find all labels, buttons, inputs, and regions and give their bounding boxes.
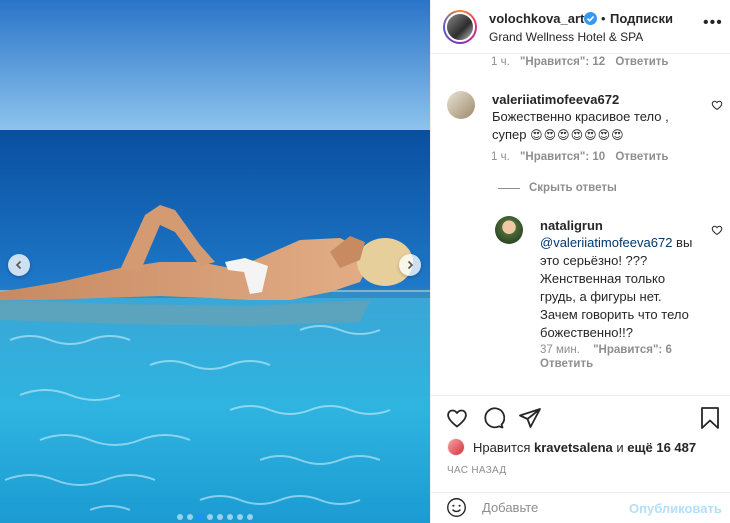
comment-body: valeriiatimofeeva672 Божественно красиво… <box>492 92 702 144</box>
location-link[interactable]: Grand Wellness Hotel & SPA <box>489 30 643 44</box>
comment-text: супер <box>492 127 527 142</box>
carousel-dot <box>237 514 243 520</box>
commenter-avatar[interactable] <box>447 91 475 119</box>
comment-likes[interactable]: "Нравится": 10 <box>520 151 605 163</box>
carousel-dot <box>187 514 193 520</box>
carousel-dot <box>207 514 213 520</box>
chevron-left-icon <box>15 260 22 270</box>
emoji-text: 😍😍😍😍😍😍😍 <box>530 128 625 142</box>
reply-meta: 37 мин. "Нравится": 6 Ответить <box>540 343 672 371</box>
like-heart-icon[interactable] <box>445 406 469 430</box>
comment-likes[interactable]: "Нравится": 12 <box>520 56 605 68</box>
comment-meta: 1 ч. "Нравится": 10 Ответить <box>491 151 669 163</box>
reply-text-line: @valeriiatimofeeva672 вы <box>540 234 705 252</box>
reply-text: вы <box>672 235 693 250</box>
post-photo[interactable] <box>0 0 430 523</box>
emoji-picker-icon[interactable] <box>446 497 467 518</box>
like-comment-heart-icon[interactable] <box>711 224 723 236</box>
photo-image <box>0 0 430 523</box>
carousel-dot <box>177 514 183 520</box>
like-comment-heart-icon[interactable] <box>711 99 723 111</box>
reply-button[interactable]: Ответить <box>540 358 593 370</box>
comment-text-line-2: супер 😍😍😍😍😍😍😍 <box>492 126 702 144</box>
comment-time: 1 ч. <box>491 151 510 163</box>
hide-replies-label: Скрыть ответы <box>529 182 617 194</box>
reply-text-line: Женственная только <box>540 271 666 286</box>
post-header: volochkova_art • Подписки Grand Wellness… <box>431 0 730 54</box>
reply-text-line: божественно!!? <box>540 325 633 340</box>
comments-list[interactable]: 1 ч. "Нравится": 12 Ответить valeriiatim… <box>431 54 730 394</box>
likes-summary[interactable]: Нравится kravetsalena и ещё 16 487 <box>447 438 696 456</box>
carousel-prev-button[interactable] <box>8 254 30 276</box>
bookmark-save-icon[interactable] <box>699 406 721 430</box>
following-button[interactable]: Подписки <box>610 11 673 26</box>
author-avatar[interactable] <box>443 10 477 44</box>
comment-meta: 1 ч. "Нравится": 12 Ответить <box>491 56 669 68</box>
reply-likes[interactable]: "Нравится": 6 <box>593 344 672 356</box>
share-send-icon[interactable] <box>518 406 542 430</box>
likes-count[interactable]: ещё 16 487 <box>627 440 696 455</box>
mention-link[interactable]: @valeriiatimofeeva672 <box>540 235 672 250</box>
likes-text: Нравится kravetsalena и ещё 16 487 <box>473 440 696 455</box>
carousel-next-button[interactable] <box>399 254 421 276</box>
comment-time: 1 ч. <box>491 56 510 68</box>
post-actions: Нравится kravetsalena и ещё 16 487 ЧАС Н… <box>431 395 730 521</box>
comment-bubble-icon[interactable] <box>481 406 505 430</box>
likes-prefix: Нравится <box>473 439 531 455</box>
carousel-dot <box>227 514 233 520</box>
verified-badge-icon <box>584 12 597 25</box>
reply-body: nataligrun @valeriiatimofeeva672 вы это … <box>540 218 705 342</box>
reply-author-avatar[interactable] <box>495 216 523 244</box>
reply-text-line: это серьёзно! ??? <box>540 253 648 268</box>
more-options-icon[interactable]: ••• <box>703 14 723 32</box>
liker-username[interactable]: kravetsalena <box>534 440 613 455</box>
chevron-right-icon <box>407 260 414 270</box>
comment-composer: Опубликовать <box>431 492 730 521</box>
reply-text-line: грудь, а фигуры нет. <box>540 289 662 304</box>
reply-button[interactable]: Ответить <box>615 151 668 163</box>
liker-avatar <box>447 438 465 456</box>
post-timestamp[interactable]: ЧАС НАЗАД <box>447 465 506 476</box>
reply-time: 37 мин. <box>540 344 580 356</box>
reply-text-line: Зачем говорить что тело <box>540 307 689 322</box>
carousel-dot-active <box>197 514 203 520</box>
post-side-panel: volochkova_art • Подписки Grand Wellness… <box>430 0 730 523</box>
carousel-dot <box>247 514 253 520</box>
header-separator: • <box>601 11 606 26</box>
add-comment-input[interactable] <box>482 500 622 515</box>
carousel-indicator <box>0 514 430 520</box>
carousel-dot <box>217 514 223 520</box>
likes-conjunction: и <box>616 439 624 455</box>
hide-replies-button[interactable]: Скрыть ответы <box>498 182 617 194</box>
reply-button[interactable]: Ответить <box>615 56 668 68</box>
divider-line <box>498 187 520 189</box>
author-username[interactable]: volochkova_art <box>489 11 584 26</box>
reply-username[interactable]: nataligrun <box>540 218 705 233</box>
publish-button[interactable]: Опубликовать <box>629 501 722 516</box>
comment-username[interactable]: valeriiatimofeeva672 <box>492 92 702 107</box>
comment-text-line: Божественно красивое тело , <box>492 109 669 124</box>
instagram-post-window: volochkova_art • Подписки Grand Wellness… <box>0 0 730 523</box>
